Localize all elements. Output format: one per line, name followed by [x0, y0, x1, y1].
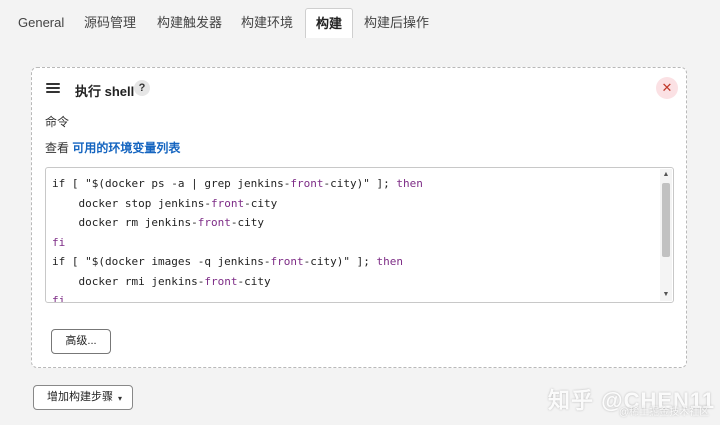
env-prefix: 查看 [45, 141, 70, 155]
close-icon: ✕ [661, 80, 673, 95]
code-line: docker rmi jenkins-front-city [52, 272, 657, 292]
command-textarea[interactable]: if [ "$(docker ps -a | grep jenkins-fron… [45, 167, 674, 303]
scroll-down-icon[interactable]: ▼ [660, 289, 672, 301]
code-token: docker rm jenkins- [52, 216, 198, 229]
code-token: -city [230, 216, 264, 229]
code-token: -city)" ]; [303, 255, 377, 268]
code-line: fi [52, 233, 657, 253]
add-build-step-label: 增加构建步骤 [47, 391, 113, 403]
tab-bar: General 源码管理 构建触发器 构建环境 构建 构建后操作 [0, 0, 720, 39]
code-token: fi [52, 294, 66, 303]
code-token: if [ "$(docker images -q jenkins- [52, 255, 271, 268]
code-token: -city [237, 274, 271, 288]
code-line: docker rm jenkins-front-city [52, 213, 657, 233]
drag-handle-icon[interactable] [46, 83, 60, 93]
step-title: 执行 shell [75, 84, 135, 99]
code-token: docker rmi jenkins- [52, 274, 205, 288]
code-token: -city [244, 196, 278, 210]
scroll-thumb[interactable] [662, 183, 670, 257]
code-token: front [210, 196, 245, 210]
tab-build-triggers[interactable]: 构建触发器 [147, 8, 232, 37]
code-token: fi [52, 235, 66, 249]
watermark-sub: @稀土掘金技术社区 [619, 407, 710, 418]
code-token: if [ "$(docker ps -a | grep jenkins- [52, 177, 291, 190]
help-icon[interactable]: ? [134, 80, 150, 96]
code-token: front [204, 274, 238, 288]
tab-build[interactable]: 构建 [305, 8, 354, 39]
code-line: fi [52, 291, 657, 303]
code-token: -city)" ]; [323, 177, 397, 190]
code-token: front [290, 177, 324, 190]
env-vars-link[interactable]: 可用的环境变量列表 [72, 141, 180, 155]
tab-source-control[interactable]: 源码管理 [74, 8, 146, 37]
tab-general[interactable]: General [8, 8, 74, 37]
code-line: docker stop jenkins-front-city [52, 194, 657, 214]
build-step-shell: 执行 shell ? ✕ 命令 查看 可用的环境变量列表 if [ "$(doc… [31, 67, 687, 368]
vertical-scrollbar[interactable]: ▲ ▼ [660, 169, 672, 301]
code-token: docker stop jenkins- [52, 196, 211, 210]
code-content[interactable]: if [ "$(docker ps -a | grep jenkins-fron… [52, 174, 657, 303]
code-token: front [270, 255, 304, 268]
add-build-step-button[interactable]: 增加构建步骤 ▾ [33, 385, 133, 410]
code-token: front [197, 216, 231, 229]
advanced-button[interactable]: 高级... [51, 329, 111, 354]
tab-post-build[interactable]: 构建后操作 [354, 8, 439, 37]
code-line: if [ "$(docker images -q jenkins-front-c… [52, 252, 657, 272]
tab-build-environment[interactable]: 构建环境 [231, 8, 303, 37]
command-label: 命令 [45, 115, 70, 129]
code-token: then [396, 177, 423, 190]
scroll-up-icon[interactable]: ▲ [660, 169, 672, 181]
code-line: if [ "$(docker ps -a | grep jenkins-fron… [52, 174, 657, 194]
caret-down-icon: ▾ [117, 394, 122, 403]
code-token: then [376, 255, 404, 268]
env-vars-line: 查看 可用的环境变量列表 [45, 139, 180, 156]
delete-step-button[interactable]: ✕ [656, 77, 678, 99]
